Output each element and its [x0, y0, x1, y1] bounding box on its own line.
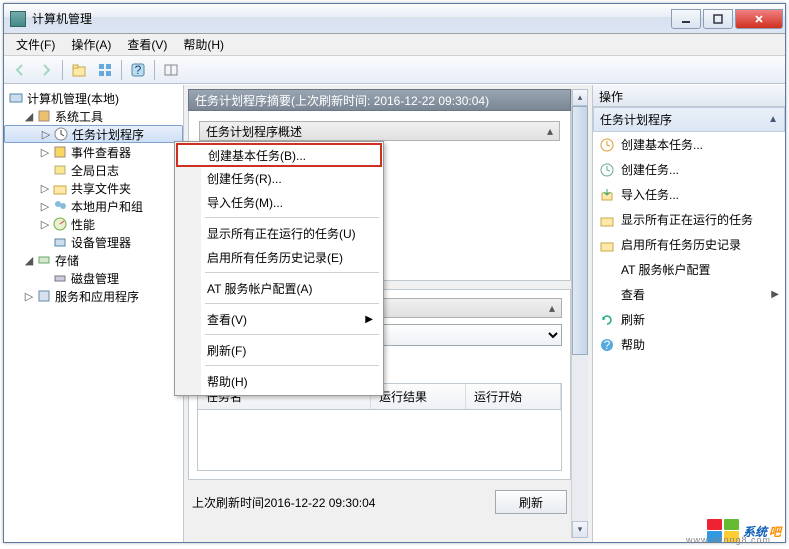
help-icon: ? — [599, 337, 615, 353]
cm-help[interactable]: 帮助(H) — [177, 369, 381, 393]
close-button[interactable] — [735, 9, 783, 29]
app-icon — [10, 11, 26, 27]
tree-system-tools[interactable]: ◢系统工具 — [4, 107, 183, 125]
cm-at-account[interactable]: AT 服务帐户配置(A) — [177, 276, 381, 300]
cm-create-basic[interactable]: 创建基本任务(B)... — [176, 143, 382, 167]
col-result[interactable]: 运行结果 — [371, 384, 466, 409]
tree-local-users[interactable]: ▷本地用户和组 — [4, 197, 183, 215]
submenu-arrow-icon: ▶ — [365, 314, 373, 325]
forward-button[interactable] — [34, 59, 58, 81]
tree-task-scheduler[interactable]: ▷任务计划程序 — [4, 125, 183, 143]
maximize-button[interactable] — [703, 9, 733, 29]
table-body — [198, 410, 561, 470]
submenu-arrow-icon: ▶ — [771, 289, 779, 300]
task-table: 任务名 运行结果 运行开始 — [197, 383, 562, 471]
cm-view[interactable]: 查看(V)▶ — [177, 307, 381, 331]
folder-icon — [599, 237, 615, 253]
toolbar: ? — [4, 56, 785, 84]
action-refresh[interactable]: 刷新 — [593, 307, 785, 332]
window-title: 计算机管理 — [32, 10, 669, 27]
refresh-icon — [599, 312, 615, 328]
action-view[interactable]: 查看▶ — [593, 282, 785, 307]
action-at-account[interactable]: AT 服务帐户配置 — [593, 257, 785, 282]
scroll-thumb[interactable] — [572, 106, 588, 355]
action-help[interactable]: ?帮助 — [593, 332, 785, 357]
cm-refresh[interactable]: 刷新(F) — [177, 338, 381, 362]
main-window: 计算机管理 文件(F) 操作(A) 查看(V) 帮助(H) ? 计算机管理(本地… — [3, 3, 786, 543]
action-enable-history[interactable]: 启用所有任务历史记录 — [593, 232, 785, 257]
import-icon — [599, 187, 615, 203]
properties-button[interactable] — [93, 59, 117, 81]
svg-text:?: ? — [135, 63, 142, 77]
overview-section-header[interactable]: 任务计划程序概述▴ — [199, 121, 560, 141]
menu-view[interactable]: 查看(V) — [119, 34, 175, 55]
task-icon — [599, 162, 615, 178]
action-create-basic[interactable]: 创建基本任务... — [593, 132, 785, 157]
cm-enable-history[interactable]: 启用所有任务历史记录(E) — [177, 245, 381, 269]
cm-create-task[interactable]: 创建任务(R)... — [177, 166, 381, 190]
scroll-up-icon[interactable]: ▴ — [572, 89, 588, 106]
tree-shared-folders[interactable]: ▷共享文件夹 — [4, 179, 183, 197]
action-create-task[interactable]: 创建任务... — [593, 157, 785, 182]
last-refresh-label: 上次刷新时间2016-12-22 09:30:04 — [192, 494, 375, 511]
navigation-tree[interactable]: 计算机管理(本地) ◢系统工具 ▷任务计划程序 ▷事件查看器 全局日志 ▷共享文… — [4, 85, 184, 542]
tree-device-manager[interactable]: 设备管理器 — [4, 233, 183, 251]
watermark: 系统吧 www.xitong8.com — [707, 519, 781, 543]
up-button[interactable] — [67, 59, 91, 81]
tree-root[interactable]: 计算机管理(本地) — [4, 89, 183, 107]
context-menu: 创建基本任务(B)... 创建任务(R)... 导入任务(M)... 显示所有正… — [174, 141, 384, 396]
folder-icon — [599, 212, 615, 228]
menu-file[interactable]: 文件(F) — [8, 34, 63, 55]
collapse-icon[interactable]: ▴ — [547, 124, 553, 138]
clock-icon — [599, 137, 615, 153]
tree-storage[interactable]: ◢存储 — [4, 251, 183, 269]
menu-help[interactable]: 帮助(H) — [175, 34, 232, 55]
vertical-scrollbar[interactable]: ▴ ▾ — [571, 89, 588, 538]
refresh-button[interactable]: 刷新 — [495, 490, 567, 514]
menubar: 文件(F) 操作(A) 查看(V) 帮助(H) — [4, 34, 785, 56]
help-button[interactable]: ? — [126, 59, 150, 81]
tree-performance[interactable]: ▷性能 — [4, 215, 183, 233]
tree-global-log[interactable]: 全局日志 — [4, 161, 183, 179]
chevron-up-icon: ▲ — [768, 114, 778, 125]
cm-show-running[interactable]: 显示所有正在运行的任务(U) — [177, 221, 381, 245]
titlebar: 计算机管理 — [4, 4, 785, 34]
actions-section[interactable]: 任务计划程序▲ — [593, 107, 785, 132]
cm-import-task[interactable]: 导入任务(M)... — [177, 190, 381, 214]
summary-header: 任务计划程序摘要(上次刷新时间: 2016-12-22 09:30:04) — [188, 89, 571, 111]
svg-text:?: ? — [604, 338, 611, 352]
action-import-task[interactable]: 导入任务... — [593, 182, 785, 207]
pane-button[interactable] — [159, 59, 183, 81]
tree-event-viewer[interactable]: ▷事件查看器 — [4, 143, 183, 161]
back-button[interactable] — [8, 59, 32, 81]
menu-action[interactable]: 操作(A) — [63, 34, 119, 55]
col-start[interactable]: 运行开始 — [466, 384, 561, 409]
actions-header: 操作 — [593, 85, 785, 107]
tree-services-apps[interactable]: ▷服务和应用程序 — [4, 287, 183, 305]
scroll-down-icon[interactable]: ▾ — [572, 521, 588, 538]
actions-pane: 操作 任务计划程序▲ 创建基本任务... 创建任务... 导入任务... 显示所… — [593, 85, 785, 542]
tree-disk-mgmt[interactable]: 磁盘管理 — [4, 269, 183, 287]
minimize-button[interactable] — [671, 9, 701, 29]
action-show-running[interactable]: 显示所有正在运行的任务 — [593, 207, 785, 232]
collapse-icon[interactable]: ▴ — [549, 301, 555, 315]
